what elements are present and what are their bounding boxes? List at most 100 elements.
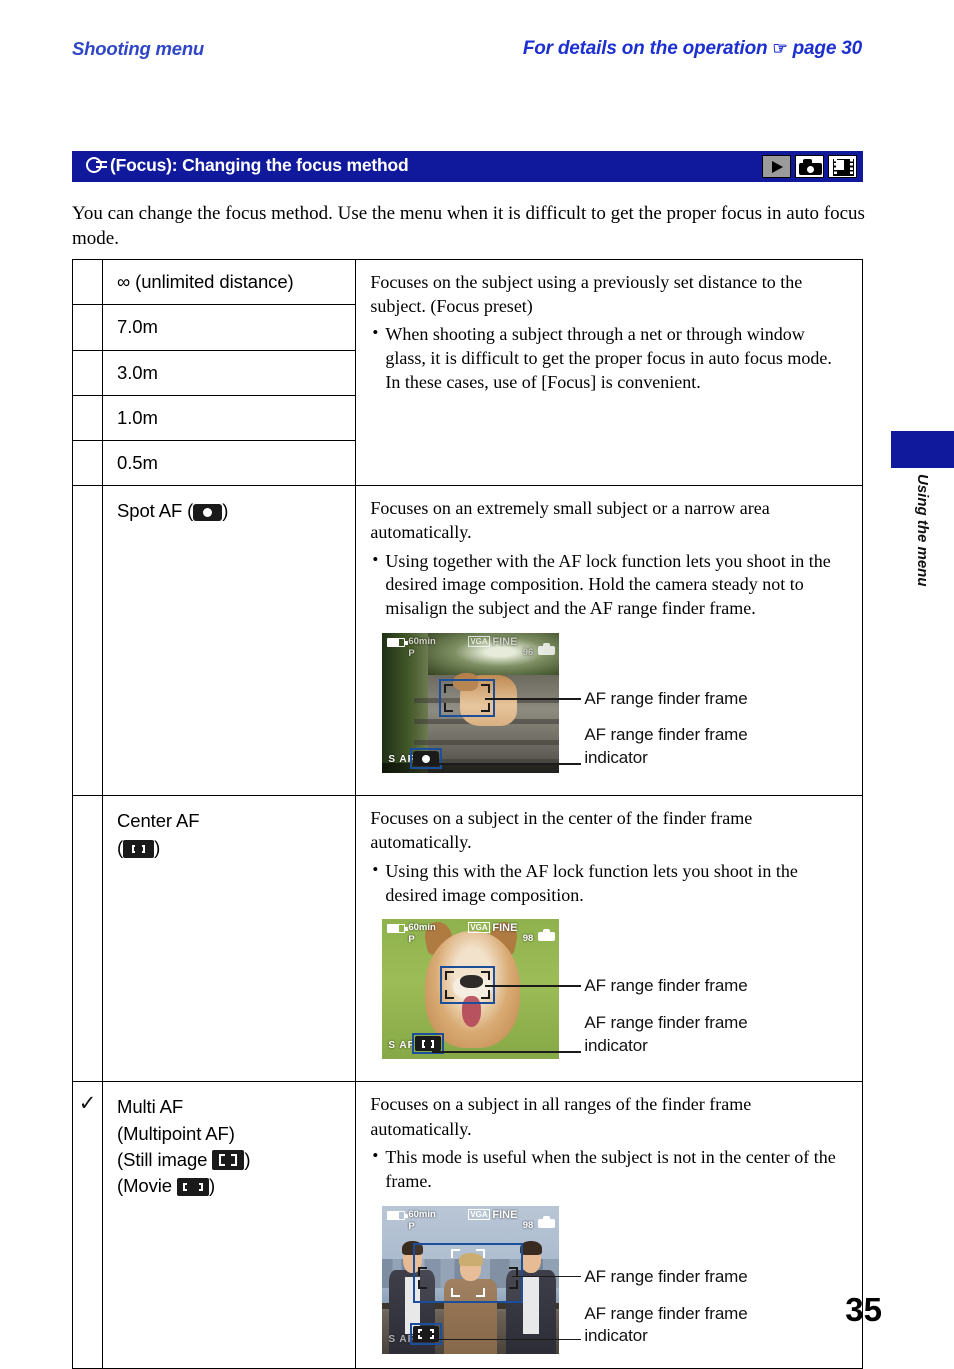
shots-remaining: 96 [522, 647, 534, 659]
section-title-bar: (Focus): Changing the focus method [72, 151, 863, 182]
leader-line [485, 698, 582, 700]
default-marker-cell [71, 485, 104, 797]
still-camera-mode-icon [795, 155, 824, 178]
osd-overlay: 60min P VGA FINE 98 S AF [382, 1206, 559, 1354]
option-label: Spot AF () [103, 486, 355, 533]
osd-overlay: 60min P VGA FINE 96 S AF [382, 633, 560, 774]
pointing-hand-icon: ☞ [772, 39, 788, 58]
memory-card-icon [538, 643, 556, 656]
option-cell[interactable]: 0.5m [102, 440, 357, 487]
leader-line [430, 1338, 582, 1340]
callout-af-indicator: AF range finder frame indicator [584, 1013, 748, 1056]
option-cell[interactable]: Center AF () [102, 795, 357, 1083]
default-marker-cell [71, 440, 104, 487]
figure-multi-af: 60min P VGA FINE 98 S AF AF range finder… [370, 1205, 848, 1356]
mode-icon-group [762, 155, 857, 178]
section-title-text: (Focus): Changing the focus method [110, 155, 409, 175]
callout-af-frame: AF range finder frame [584, 689, 748, 709]
image-size-badge: VGA [468, 636, 490, 648]
image-quality: FINE [492, 1208, 518, 1221]
af-range-finder-frame-indicator [410, 748, 443, 770]
af-range-finder-frame [413, 1242, 524, 1303]
running-head-right: For details on the operation ☞ page 30 [523, 38, 862, 60]
default-marker-cell: ✓ [71, 1081, 104, 1369]
running-head: Shooting menu For details on the operati… [72, 38, 862, 68]
description-cell: Focuses on a subject in all ranges of th… [355, 1081, 863, 1369]
bullet-item: Using together with the AF lock function… [370, 549, 848, 622]
option-cell[interactable]: 3.0m [102, 349, 357, 396]
battery-icon [387, 1210, 408, 1220]
option-label-line3-prefix: (Still image [117, 1148, 208, 1170]
leader-line [512, 1275, 582, 1277]
option-cell[interactable]: Spot AF () [102, 485, 357, 797]
focus-status: S AF [388, 1040, 415, 1052]
callout-af-frame: AF range finder frame [584, 976, 748, 996]
figure-spot-af: 60min P VGA FINE 96 S AF AF range finder… [370, 633, 848, 783]
page-number: 35 [845, 1291, 882, 1328]
option-label-line2-suffix: ) [154, 836, 161, 858]
bullet-item: When shooting a subject through a net or… [370, 322, 848, 395]
option-label-line4-suffix: ) [209, 1175, 216, 1197]
camera-screenshot-dog-face: 60min P VGA FINE 98 S AF [382, 919, 560, 1060]
side-tab-label-wrap: Using the menu [891, 474, 954, 592]
focus-options-table: ∞ (unlimited distance) Focuses on the su… [71, 258, 863, 1369]
image-size-badge: VGA [468, 1208, 490, 1220]
shots-remaining: 98 [522, 933, 534, 945]
exposure-mode: P [408, 934, 415, 946]
table-row: Spot AF () Focuses on an extremely small… [71, 485, 863, 797]
table-row: ✓ Multi AF (Multipoint AF) (Still image … [71, 1081, 863, 1369]
option-label: Center AF () [103, 796, 355, 870]
option-label-line2: (Multipoint AF) [117, 1122, 235, 1144]
battery-icon [387, 924, 408, 934]
running-head-right-suffix: page 30 [792, 38, 863, 59]
option-label-line4-prefix: (Movie [117, 1175, 172, 1197]
spot-af-icon [193, 504, 223, 522]
description-bullets: Using together with the AF lock function… [370, 549, 848, 622]
table-row: Center AF () Focuses on a subject in the… [71, 795, 863, 1083]
callout-af-indicator: AF range finder frame indicator [584, 725, 748, 768]
callout-af-indicator: AF range finder frame indicator [584, 1303, 748, 1346]
option-label: 0.5m [117, 452, 158, 474]
image-size-badge: VGA [468, 922, 490, 934]
focus-finger-icon [86, 156, 107, 174]
table-row: ∞ (unlimited distance) Focuses on the su… [71, 258, 863, 487]
bullet-item: This mode is useful when the subject is … [370, 1145, 848, 1194]
side-tab-block [891, 431, 954, 468]
exposure-mode: P [408, 1220, 415, 1232]
description-cell: Focuses on an extremely small subject or… [355, 485, 863, 797]
section-title: (Focus): Changing the focus method [86, 155, 409, 176]
multi-af-movie-icon [177, 1178, 209, 1197]
description-bullets: When shooting a subject through a net or… [370, 322, 848, 395]
option-label-line3-suffix: ) [244, 1148, 251, 1170]
option-cell[interactable]: Multi AF (Multipoint AF) (Still image ) … [102, 1081, 357, 1369]
recording-minutes: 60min [408, 1208, 436, 1220]
image-quality: FINE [492, 922, 518, 935]
default-marker-cell [71, 258, 104, 306]
description-paragraph: Focuses on the subject using a previousl… [370, 272, 803, 317]
memory-card-icon [538, 929, 556, 942]
camera-screenshot-three-people: 60min P VGA FINE 98 S AF [382, 1205, 560, 1354]
default-marker-cell [71, 394, 104, 442]
option-label: Multi AF (Multipoint AF) (Still image ) … [103, 1082, 355, 1208]
option-label: 3.0m [117, 361, 158, 383]
exposure-mode: P [408, 648, 415, 660]
figure-center-af: 60min P VGA FINE 98 S AF AF range finder… [370, 919, 848, 1069]
description-paragraph: Focuses on a subject in all ranges of th… [370, 1094, 752, 1139]
battery-icon [387, 638, 408, 648]
movie-mode-icon [828, 155, 857, 178]
intro-paragraph: You can change the focus method. Use the… [72, 203, 865, 250]
memory-card-icon [538, 1215, 556, 1228]
option-cell[interactable]: 1.0m [102, 394, 357, 442]
image-quality: FINE [492, 636, 518, 649]
running-head-right-prefix: For details on the operation [522, 38, 768, 59]
leader-line [430, 763, 582, 765]
leader-line [432, 1051, 582, 1053]
description-cell: Focuses on a subject in the center of th… [355, 795, 863, 1083]
option-label: 1.0m [117, 406, 158, 428]
option-cell[interactable]: ∞ (unlimited distance) [102, 258, 357, 306]
option-label: ∞ (unlimited distance) [117, 271, 294, 292]
camera-screenshot-dog-on-steps: 60min P VGA FINE 96 S AF [382, 633, 560, 774]
description-paragraph: Focuses on an extremely small subject or… [370, 498, 770, 543]
option-cell[interactable]: 7.0m [102, 304, 357, 351]
center-af-icon [123, 839, 155, 858]
